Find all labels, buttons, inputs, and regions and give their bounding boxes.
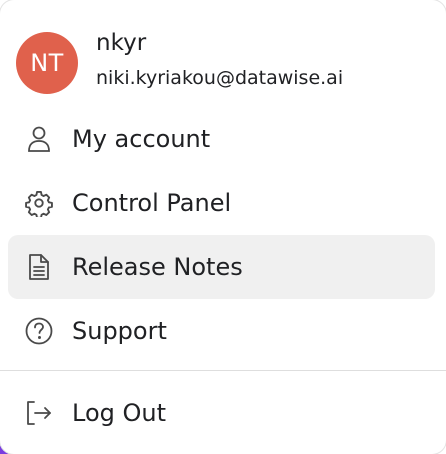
menu-item-log-out[interactable]: Log Out — [8, 381, 435, 445]
logout-icon — [24, 398, 54, 428]
profile-email: niki.kyriakou@datawise.ai — [96, 67, 344, 89]
menu-divider — [0, 370, 446, 371]
menu-item-label: Release Notes — [72, 253, 243, 281]
menu-item-control-panel[interactable]: Control Panel — [8, 171, 435, 235]
menu-item-label: Log Out — [72, 399, 167, 427]
menu-item-support[interactable]: Support — [8, 299, 435, 363]
menu-item-label: Support — [72, 317, 167, 345]
user-icon — [24, 124, 54, 154]
help-circle-icon — [24, 316, 54, 346]
avatar: NT — [16, 32, 78, 94]
gear-icon — [24, 188, 54, 218]
menu-item-label: My account — [72, 125, 211, 153]
menu-item-label: Control Panel — [72, 189, 232, 217]
menu-item-release-notes[interactable]: Release Notes — [8, 235, 435, 299]
profile-name: nkyr — [96, 30, 147, 56]
document-icon — [24, 252, 54, 282]
menu-item-my-account[interactable]: My account — [8, 107, 435, 171]
profile-header: NT nkyr niki.kyriakou@datawise.ai — [16, 30, 436, 94]
account-menu: NT nkyr niki.kyriakou@datawise.ai My acc… — [0, 0, 446, 454]
